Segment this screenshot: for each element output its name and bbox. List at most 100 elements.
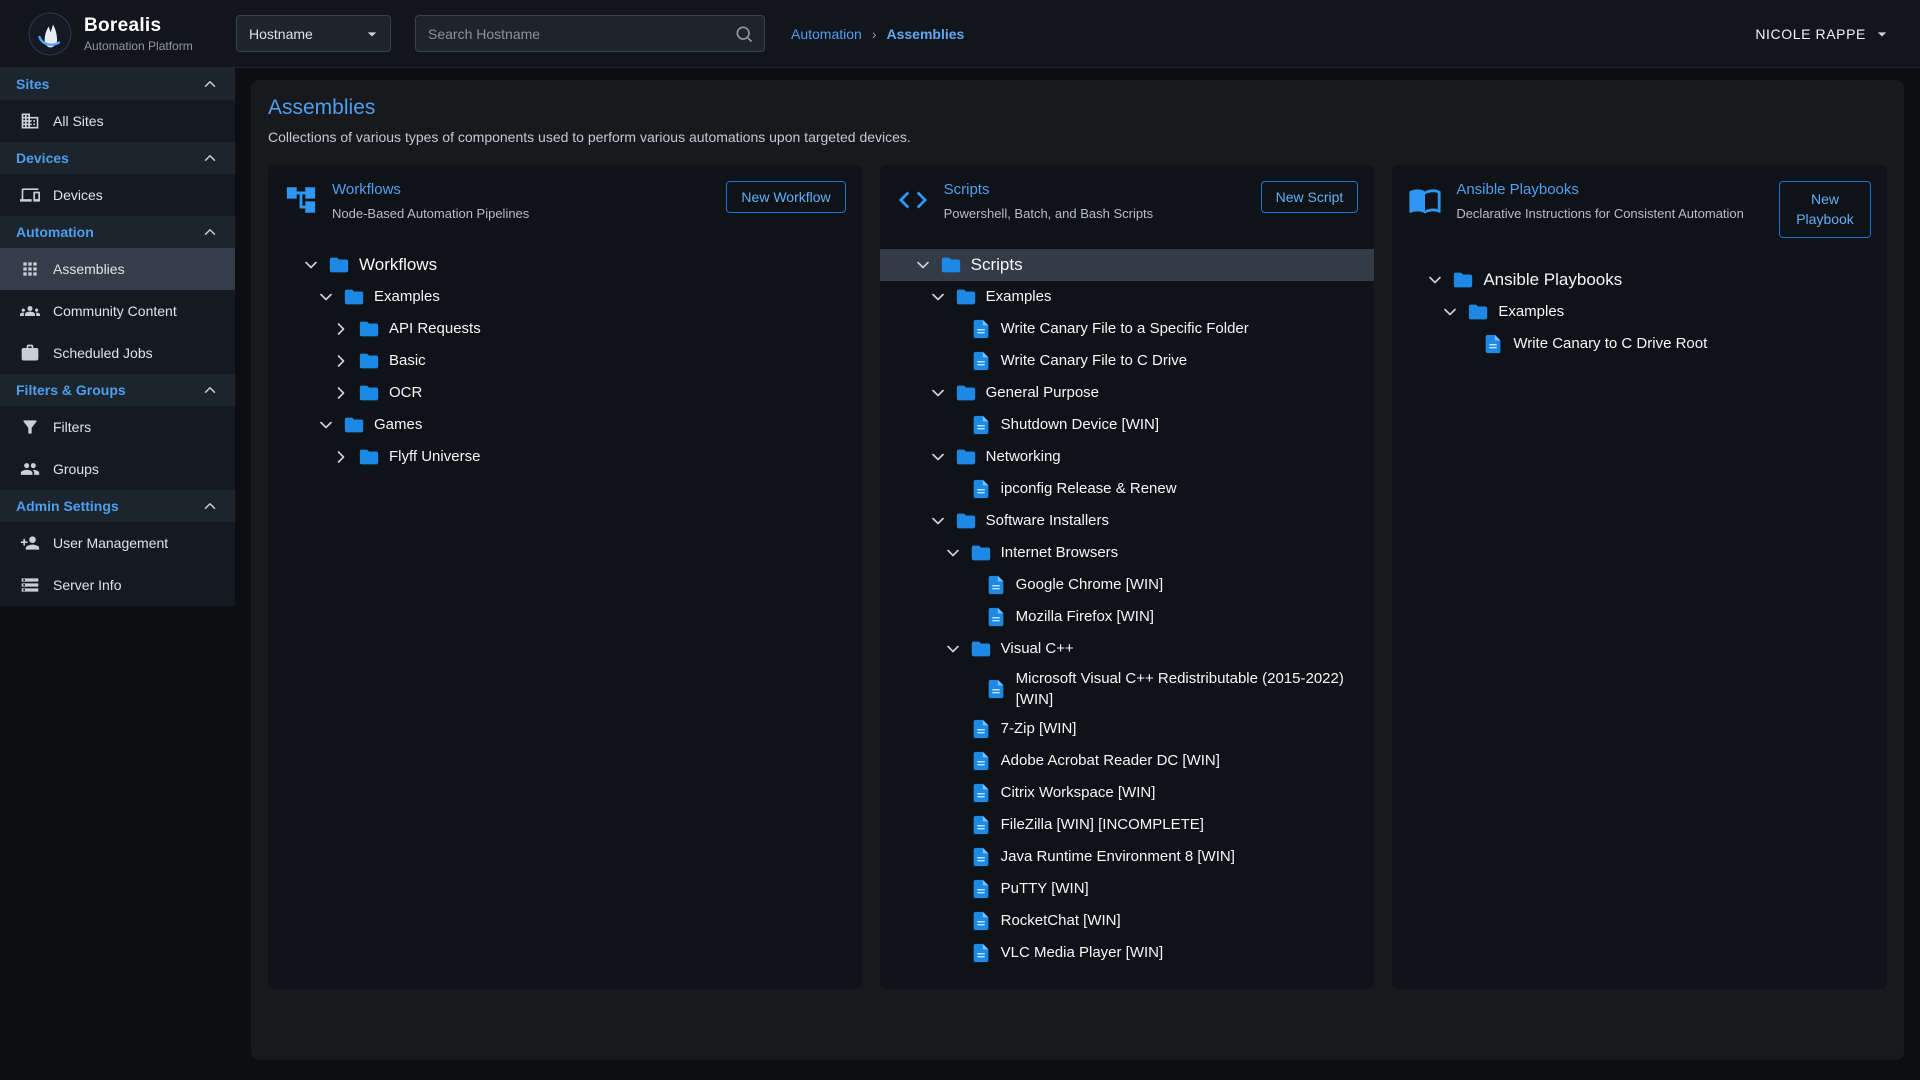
scripts-card-header: Scripts Powershell, Batch, and Bash Scri… <box>880 181 1375 223</box>
page-title: Assemblies <box>268 96 1887 120</box>
sidebar: Sites All Sites Devices Devices Automation As… <box>0 68 235 1080</box>
sidebar-item-community-content[interactable]: Community Content <box>0 290 235 332</box>
tree-item-examples[interactable]: Examples <box>268 281 862 313</box>
tree-item-label: Write Canary File to a Specific Folder <box>1001 315 1249 342</box>
chevron-down-icon[interactable] <box>925 287 951 307</box>
sidebar-section-admin-settings[interactable]: Admin Settings <box>0 490 235 522</box>
tree-item-internet-browsers[interactable]: Internet Browsers <box>880 537 1375 569</box>
tree-item-label: Microsoft Visual C++ Redistributable (20… <box>1016 665 1361 713</box>
chevron-down-icon[interactable] <box>925 511 951 531</box>
tree-item-label: Internet Browsers <box>1001 539 1119 566</box>
chevron-right-icon[interactable] <box>328 383 354 403</box>
tree-item-general-purpose[interactable]: General Purpose <box>880 377 1375 409</box>
chevron-down-icon[interactable] <box>1437 302 1463 322</box>
sidebar-item-filters[interactable]: Filters <box>0 406 235 448</box>
chevron-up-icon <box>201 149 219 167</box>
hostname-select[interactable]: Hostname <box>236 15 391 52</box>
tree-item-games[interactable]: Games <box>268 409 862 441</box>
chevron-right-icon[interactable] <box>328 351 354 371</box>
sidebar-item-devices[interactable]: Devices <box>0 174 235 216</box>
file-icon <box>970 414 992 436</box>
playbooks-card-subtitle: Declarative Instructions for Consistent … <box>1456 205 1765 223</box>
tree-item-scripts[interactable]: Scripts <box>880 249 1375 281</box>
new-playbook-button[interactable]: New Playbook <box>1779 181 1871 238</box>
cards-row: Workflows Node-Based Automation Pipeline… <box>268 165 1887 989</box>
search-input[interactable] <box>428 26 734 42</box>
chevron-down-icon[interactable] <box>940 639 966 659</box>
tree-item-ocr[interactable]: OCR <box>268 377 862 409</box>
sidebar-section-filters-groups[interactable]: Filters & Groups <box>0 374 235 406</box>
sidebar-item-groups[interactable]: Groups <box>0 448 235 490</box>
sidebar-item-assemblies[interactable]: Assemblies <box>0 248 235 290</box>
sidebar-item-label: All Sites <box>53 113 104 129</box>
tree-item-citrix-workspace-win[interactable]: Citrix Workspace [WIN] <box>880 777 1375 809</box>
workflows-card-titles: Workflows Node-Based Automation Pipeline… <box>332 181 712 223</box>
sidebar-item-scheduled-jobs[interactable]: Scheduled Jobs <box>0 332 235 374</box>
file-icon <box>970 350 992 372</box>
breadcrumb-automation[interactable]: Automation <box>791 26 862 42</box>
chevron-down-icon[interactable] <box>1422 270 1448 290</box>
sidebar-item-all-sites[interactable]: All Sites <box>0 100 235 142</box>
tree-item-rocketchat-win[interactable]: RocketChat [WIN] <box>880 905 1375 937</box>
chevron-down-icon[interactable] <box>313 287 339 307</box>
chevron-down-icon[interactable] <box>925 383 951 403</box>
tree-item-workflows[interactable]: Workflows <box>268 249 862 281</box>
server-icon <box>20 575 40 595</box>
chevron-down-icon[interactable] <box>313 415 339 435</box>
chevron-down-icon[interactable] <box>925 447 951 467</box>
tree-item-7-zip-win[interactable]: 7-Zip [WIN] <box>880 713 1375 745</box>
tree-item-flyff-universe[interactable]: Flyff Universe <box>268 441 862 473</box>
breadcrumb-assemblies[interactable]: Assemblies <box>887 26 965 42</box>
brand-text: Borealis Automation Platform <box>84 15 193 53</box>
sidebar-item-server-info[interactable]: Server Info <box>0 564 235 606</box>
topbar: Borealis Automation Platform Hostname Au… <box>0 0 1920 68</box>
file-icon <box>970 718 992 740</box>
chevron-right-icon[interactable] <box>328 447 354 467</box>
chevron-down-icon[interactable] <box>940 543 966 563</box>
tree-item-write-canary-file-to-c-drive[interactable]: Write Canary File to C Drive <box>880 345 1375 377</box>
chevron-down-icon[interactable] <box>910 255 936 275</box>
tree-item-write-canary-to-c-drive-root[interactable]: Write Canary to C Drive Root <box>1392 328 1887 360</box>
tree-item-vlc-media-player-win[interactable]: VLC Media Player [WIN] <box>880 937 1375 969</box>
tree-item-filezilla-win-incomplete[interactable]: FileZilla [WIN] [INCOMPLETE] <box>880 809 1375 841</box>
tree-item-mozilla-firefox-win[interactable]: Mozilla Firefox [WIN] <box>880 601 1375 633</box>
borealis-logo-icon <box>28 12 72 56</box>
sidebar-item-user-management[interactable]: User Management <box>0 522 235 564</box>
brand: Borealis Automation Platform <box>28 12 236 56</box>
tree-item-write-canary-file-to-a-specific-folder[interactable]: Write Canary File to a Specific Folder <box>880 313 1375 345</box>
sidebar-item-label: User Management <box>53 535 168 551</box>
folder-icon <box>955 382 977 404</box>
sidebar-section-devices[interactable]: Devices <box>0 142 235 174</box>
tree-item-ansible-playbooks[interactable]: Ansible Playbooks <box>1392 264 1887 296</box>
tree-item-putty-win[interactable]: PuTTY [WIN] <box>880 873 1375 905</box>
sidebar-section-label: Automation <box>16 224 94 240</box>
new-script-button[interactable]: New Script <box>1261 181 1359 213</box>
tree-item-software-installers[interactable]: Software Installers <box>880 505 1375 537</box>
chevron-down-icon[interactable] <box>298 255 324 275</box>
file-icon <box>970 878 992 900</box>
new-workflow-button[interactable]: New Workflow <box>726 181 845 213</box>
user-menu[interactable]: NICOLE RAPPE <box>1755 24 1892 44</box>
sidebar-section-sites[interactable]: Sites <box>0 68 235 100</box>
sidebar-section-automation[interactable]: Automation <box>0 216 235 248</box>
tree-item-visual-c[interactable]: Visual C++ <box>880 633 1375 665</box>
tree-item-java-runtime-environment-8-win[interactable]: Java Runtime Environment 8 [WIN] <box>880 841 1375 873</box>
file-icon <box>970 782 992 804</box>
chevron-right-icon[interactable] <box>328 319 354 339</box>
workflow-icon <box>284 183 318 217</box>
devices-icon <box>20 185 40 205</box>
tree-item-google-chrome-win[interactable]: Google Chrome [WIN] <box>880 569 1375 601</box>
tree-item-adobe-acrobat-reader-dc-win[interactable]: Adobe Acrobat Reader DC [WIN] <box>880 745 1375 777</box>
tree-item-examples[interactable]: Examples <box>880 281 1375 313</box>
tree-item-shutdown-device-win[interactable]: Shutdown Device [WIN] <box>880 409 1375 441</box>
sidebar-item-label: Devices <box>53 187 103 203</box>
sidebar-section-label: Filters & Groups <box>16 382 126 398</box>
tree-item-ipconfig-release-renew[interactable]: ipconfig Release & Renew <box>880 473 1375 505</box>
tree-item-api-requests[interactable]: API Requests <box>268 313 862 345</box>
tree-item-examples[interactable]: Examples <box>1392 296 1887 328</box>
tree-item-networking[interactable]: Networking <box>880 441 1375 473</box>
tree-item-microsoft-visual-c-redistributable-2015-2022-win[interactable]: Microsoft Visual C++ Redistributable (20… <box>880 665 1375 713</box>
search-icon[interactable] <box>734 24 754 44</box>
assemblies-icon <box>20 259 40 279</box>
tree-item-basic[interactable]: Basic <box>268 345 862 377</box>
